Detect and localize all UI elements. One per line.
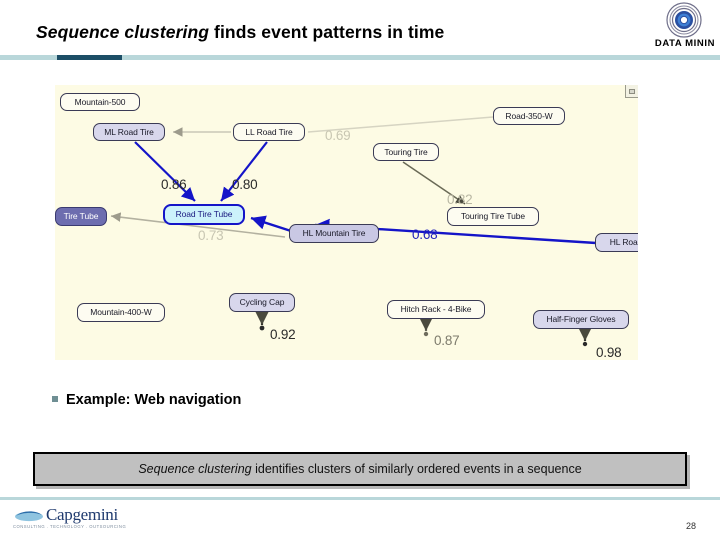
capgemini-logo: Capgemini CONSULTING . TECHNOLOGY . OUTS…	[12, 505, 126, 533]
edge-weight-e-086: 0.86	[161, 177, 187, 192]
edge-weight-e-069: 0.69	[325, 128, 351, 143]
title-divider-accent	[57, 55, 122, 60]
square-bullet-icon	[52, 396, 58, 402]
edge-weight-e-068: 0.68	[412, 227, 438, 242]
graph-node-cycling-cap[interactable]: Cycling Cap	[229, 293, 295, 312]
graph-node-touring-tire-tube[interactable]: Touring Tire Tube	[447, 207, 539, 226]
capgemini-wordmark: Capgemini	[46, 505, 118, 524]
summary-callout: Sequence clustering identifies clusters …	[33, 452, 687, 486]
graph-node-mountain-400-w[interactable]: Mountain-400-W	[77, 303, 165, 322]
footer-divider	[0, 497, 720, 500]
edge-weight-e-073: 0.73	[198, 228, 224, 243]
bullseye-target-icon	[666, 2, 702, 38]
page-title-rest: finds event patterns in time	[209, 22, 445, 42]
graph-node-road-tire-tube[interactable]: Road Tire Tube	[163, 204, 245, 225]
graph-node-touring-tire[interactable]: Touring Tire	[373, 143, 439, 161]
summary-rest: identifies clusters of similarly ordered…	[251, 462, 582, 476]
sequence-cluster-diagram[interactable]: Mountain-500 ML Road Tire LL Road Tire Road…	[55, 85, 638, 360]
capgemini-swoosh-icon	[15, 511, 43, 522]
graph-node-hl-road[interactable]: HL Road	[595, 233, 638, 252]
edge-weight-e-087: 0.87	[434, 333, 460, 348]
page-number: 28	[686, 521, 697, 531]
bullet-example: Example: Web navigation	[52, 392, 241, 408]
edge-weight-e-092: 0.92	[270, 327, 296, 342]
page-title-emphasis: Sequence clustering	[36, 22, 210, 42]
edge-weight-e-098: 0.98	[596, 345, 622, 360]
data-mining-label: DATA MININ	[654, 38, 716, 49]
graph-node-road-350-w[interactable]: Road-350-W	[493, 107, 565, 125]
edge-weight-e-080: 0.80	[232, 177, 258, 192]
bullet-example-label: Example: Web navigation	[66, 392, 242, 408]
graph-node-ml-road-tire[interactable]: ML Road Tire	[93, 123, 165, 141]
edge-weight-e-082: 0.82	[447, 192, 473, 207]
scrollbar-corner-icon[interactable]	[625, 85, 638, 98]
graph-node-hl-mountain-tire[interactable]: HL Mountain Tire	[289, 224, 379, 243]
capgemini-tagline: CONSULTING . TECHNOLOGY . OUTSOURCING	[13, 524, 127, 529]
graph-node-mountain-500[interactable]: Mountain-500	[60, 93, 140, 111]
summary-emphasis: Sequence clustering	[138, 462, 252, 476]
graph-node-half-finger-gloves[interactable]: Half-Finger Gloves	[533, 310, 629, 329]
data-mining-logo: DATA MININ	[650, 2, 720, 50]
graph-node-hitch-rack-4-bike[interactable]: Hitch Rack - 4-Bike	[387, 300, 485, 319]
graph-node-ll-road-tire[interactable]: LL Road Tire	[233, 123, 305, 141]
summary-callout-text: Sequence clustering identifies clusters …	[138, 462, 581, 476]
page-title: Sequence clustering finds event patterns…	[36, 22, 444, 43]
graph-node-tire-tube[interactable]: Tire Tube	[55, 207, 107, 226]
